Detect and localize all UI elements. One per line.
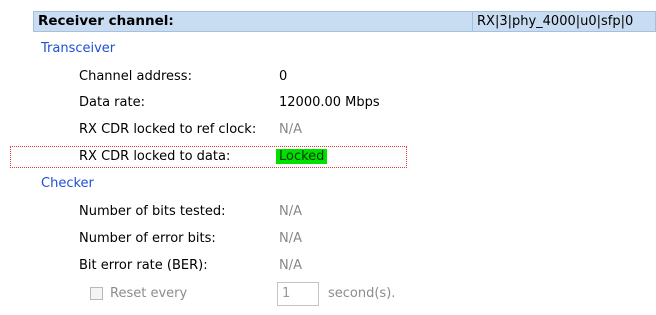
channel-address-label: Channel address: [79, 69, 192, 84]
rx-cdr-ref-clock-label: RX CDR locked to ref clock: [79, 122, 257, 137]
rx-cdr-data-value-cell: Locked [276, 149, 328, 164]
rx-cdr-data-label: RX CDR locked to data: [79, 149, 231, 164]
rx-cdr-data-status: Locked [276, 149, 328, 164]
receiver-channel-value: RX|3|phy_4000|u0|sfp|0 [473, 11, 656, 32]
bits-tested-value: N/A [279, 204, 302, 219]
channel-address-value: 0 [279, 69, 288, 84]
section-checker: Checker [41, 176, 94, 191]
ber-label: Bit error rate (BER): [79, 258, 208, 273]
reset-unit-label: second(s). [328, 286, 396, 301]
receiver-channel-header: Receiver channel: RX|3|phy_4000|u0|sfp|0 [33, 11, 656, 32]
data-rate-value: 12000.00 Mbps [279, 95, 380, 110]
data-rate-label: Data rate: [79, 95, 145, 110]
receiver-channel-title: Receiver channel: [33, 11, 473, 32]
section-transceiver: Transceiver [41, 41, 116, 56]
reset-label: Reset every [110, 286, 188, 301]
error-bits-value: N/A [279, 231, 302, 246]
reset-interval-input[interactable]: 1 [277, 282, 319, 306]
reset-checkbox[interactable] [90, 287, 103, 300]
error-bits-label: Number of error bits: [79, 231, 216, 246]
bits-tested-label: Number of bits tested: [79, 204, 226, 219]
ber-value: N/A [279, 258, 302, 273]
rx-cdr-ref-clock-value: N/A [279, 122, 302, 137]
